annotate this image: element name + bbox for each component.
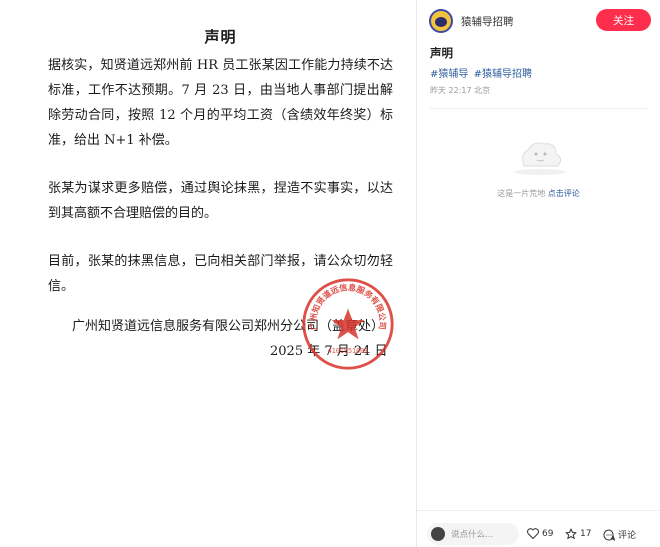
divider <box>430 108 647 109</box>
empty-comments-text: 这是一片荒地 点击评论 <box>417 188 660 199</box>
user-avatar <box>431 527 445 541</box>
author-avatar[interactable] <box>429 9 453 33</box>
like-count: 69 <box>542 528 554 539</box>
interaction-bar: 说点什么... 69 17 评论 <box>417 510 660 547</box>
post-image-panel: 声明 据核实，知贤道远郑州前 HR 员工张某因工作能力持续不达标准，工作不达预期… <box>0 0 417 547</box>
comment-input[interactable]: 说点什么... <box>427 523 519 545</box>
collect-button[interactable]: 17 <box>565 528 591 540</box>
comment-placeholder: 说点什么... <box>451 530 494 540</box>
post-title: 声明 <box>430 46 453 60</box>
comment-label: 评论 <box>618 531 637 541</box>
document-paragraph-2: 张某为谋求更多赔偿，通过舆论抹黑，捏造不实事实，以达到其高额不合理赔偿的目的。 <box>48 181 393 221</box>
author-info[interactable]: 猿辅导招聘 <box>429 9 514 33</box>
comment-icon <box>603 528 615 541</box>
post-detail-sidebar: 猿辅导招聘 关注 声明 #猿辅导 #猿辅导招聘 昨天 22:17 北京 这是一片… <box>417 0 660 547</box>
star-icon <box>565 528 577 539</box>
follow-button[interactable]: 关注 <box>596 9 651 31</box>
comment-button[interactable]: 评论 <box>603 528 636 541</box>
company-seal-stamp: 广州知贤道远信息服务有限公司郑州分公司 4101051000 <box>300 276 394 370</box>
like-button[interactable]: 69 <box>527 528 553 539</box>
collect-count: 17 <box>580 529 592 539</box>
document-paragraph-1: 据核实，知贤道远郑州前 HR 员工张某因工作能力持续不达标准，工作不达预期。7 … <box>48 58 393 148</box>
tag-link[interactable]: #猿辅导 <box>430 69 468 80</box>
post-meta: 昨天 22:17 北京 <box>430 86 491 95</box>
post-tags: #猿辅导 #猿辅导招聘 <box>430 65 534 80</box>
empty-comments-icon <box>514 142 566 175</box>
click-to-comment-link[interactable]: 点击评论 <box>548 189 580 198</box>
document-title: 声明 <box>204 28 237 46</box>
empty-comments-label: 这是一片荒地 <box>497 189 546 198</box>
heart-icon <box>527 528 539 539</box>
author-name[interactable]: 猿辅导招聘 <box>461 14 514 29</box>
svg-text:4101051000: 4101051000 <box>328 347 368 355</box>
tag-link[interactable]: #猿辅导招聘 <box>474 69 532 80</box>
